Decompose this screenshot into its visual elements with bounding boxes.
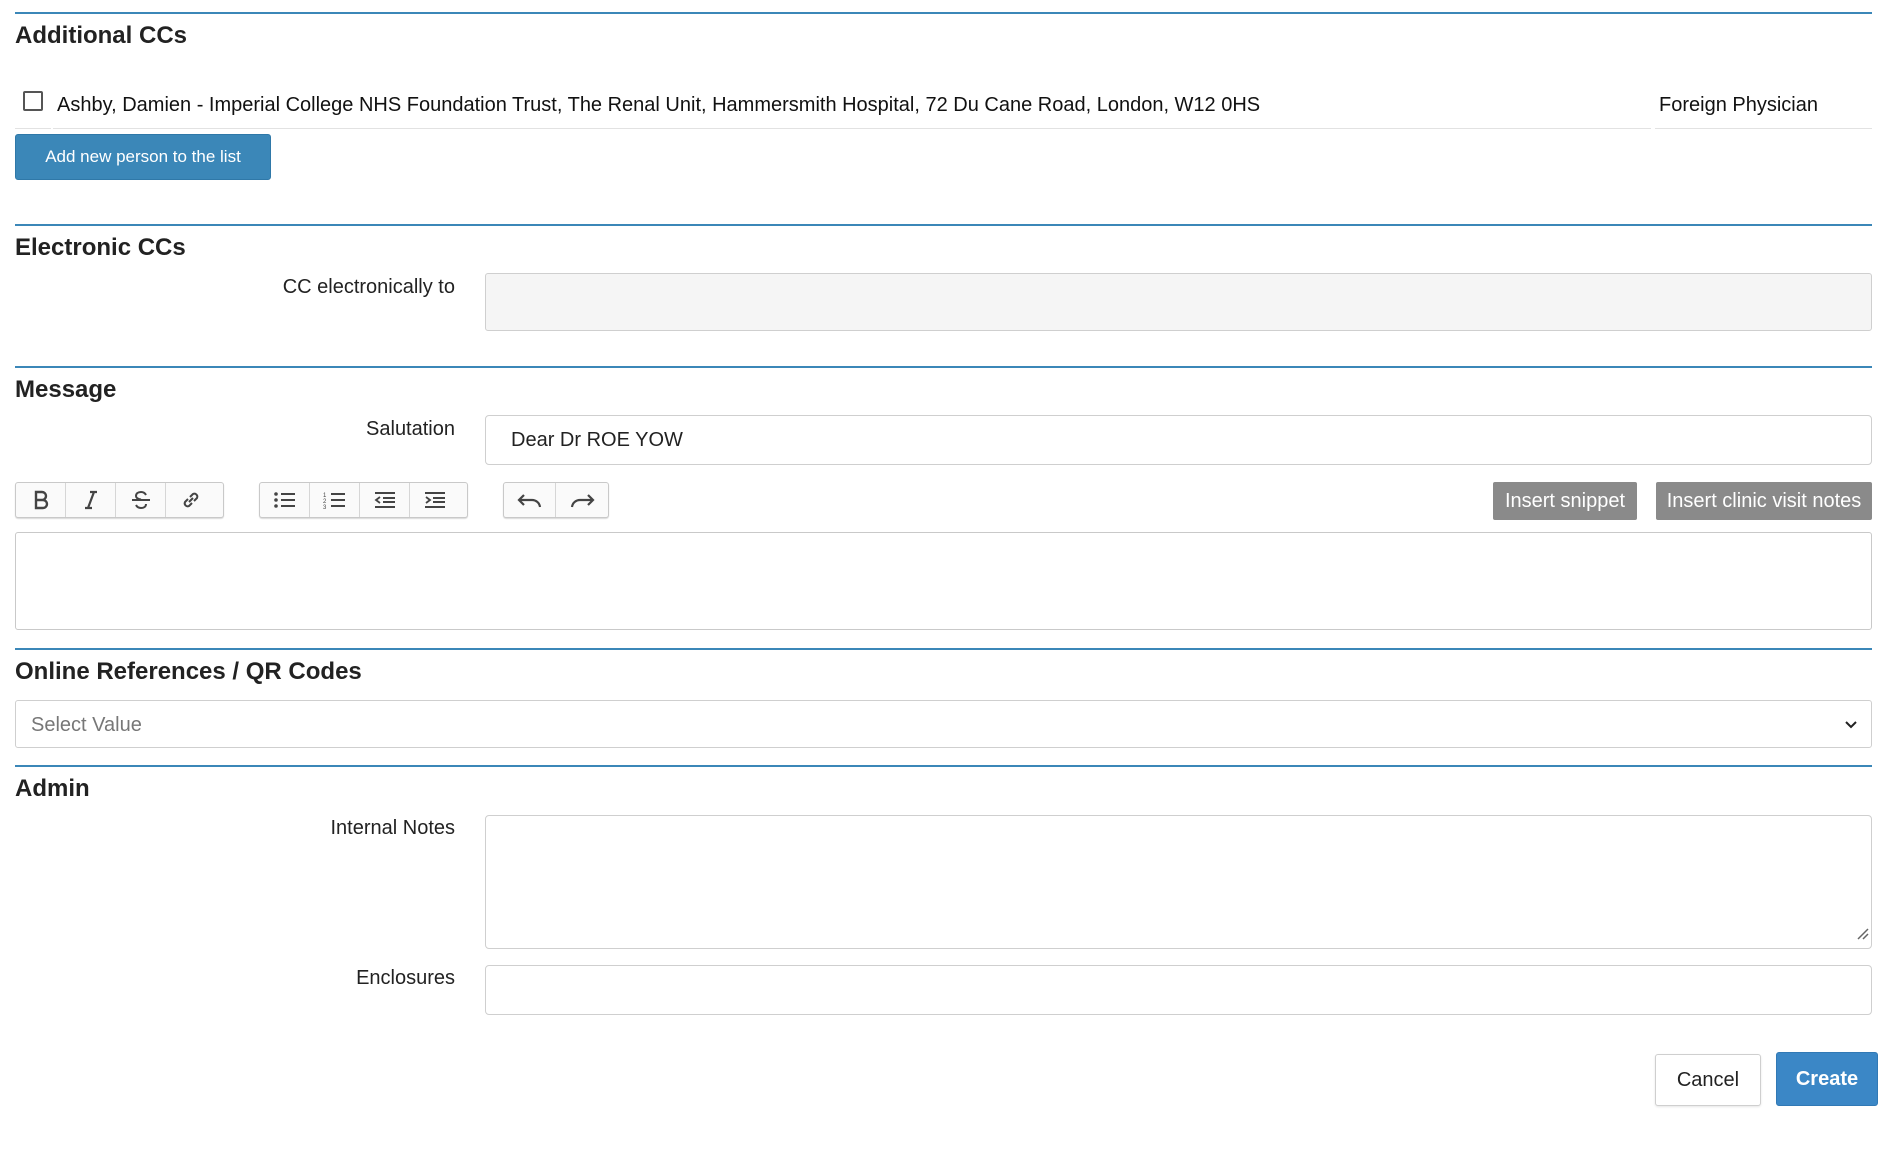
additional-ccs-section: Additional CCs Ashby, Damien - Imperial … [15, 12, 1872, 219]
online-references-select[interactable]: Select Value [15, 700, 1872, 748]
bold-icon[interactable] [16, 483, 66, 517]
resize-grip-icon[interactable] [1855, 923, 1869, 946]
cc-electronically-field[interactable] [485, 273, 1872, 331]
cc-recipient-role: Foreign Physician [1659, 94, 1818, 116]
internal-notes-textarea[interactable] [485, 815, 1872, 949]
format-toolbar-group [15, 482, 224, 518]
online-references-section: Online References / QR Codes Select Valu… [15, 648, 1872, 762]
message-body-editor[interactable] [15, 532, 1872, 630]
list-toolbar-group: 123 [259, 482, 468, 518]
internal-notes-label: Internal Notes [330, 817, 455, 839]
salutation-value: Dear Dr ROE YOW [511, 428, 683, 451]
numbered-list-icon[interactable]: 123 [310, 483, 360, 517]
strikethrough-icon[interactable] [116, 483, 166, 517]
link-icon[interactable] [166, 483, 216, 517]
admin-heading: Admin [15, 775, 90, 802]
salutation-label: Salutation [366, 418, 455, 440]
enclosures-input[interactable] [485, 965, 1872, 1015]
additional-ccs-heading: Additional CCs [15, 22, 187, 49]
cc-electronically-label: CC electronically to [282, 276, 455, 298]
message-section: Message Salutation Dear Dr ROE YOW 1 2 3… [15, 366, 1872, 648]
redo-icon[interactable] [556, 483, 608, 517]
message-heading: Message [15, 376, 117, 403]
undo-icon[interactable] [504, 483, 557, 517]
salutation-input[interactable]: Dear Dr ROE YOW [485, 415, 1872, 465]
electronic-ccs-section: Electronic CCs CC electronically to [15, 224, 1872, 364]
cancel-button[interactable]: Cancel [1655, 1054, 1761, 1106]
italic-icon[interactable] [66, 483, 116, 517]
add-new-person-button[interactable]: Add new person to the list [15, 134, 271, 180]
enclosures-label: Enclosures [356, 967, 455, 989]
cc-role-cell: Foreign Physician [1655, 76, 1872, 129]
select-placeholder: Select Value [31, 714, 142, 736]
indent-icon[interactable] [410, 483, 460, 517]
create-button[interactable]: Create [1776, 1052, 1878, 1106]
cc-row: Ashby, Damien - Imperial College NHS Fou… [15, 76, 1872, 130]
outdent-icon[interactable] [360, 483, 410, 517]
insert-snippet-button[interactable]: Insert snippet [1493, 482, 1637, 520]
admin-section: Admin Internal Notes Enclosures [15, 765, 1872, 1147]
insert-clinic-visit-notes-button[interactable]: Insert clinic visit notes [1656, 482, 1872, 520]
history-toolbar-group [503, 482, 609, 518]
cc-checkbox-cell [15, 76, 51, 129]
bullet-list-icon[interactable] [260, 483, 310, 517]
cc-name-cell: Ashby, Damien - Imperial College NHS Fou… [53, 76, 1651, 129]
online-references-heading: Online References / QR Codes [15, 658, 362, 685]
cc-recipient-name: Ashby, Damien - Imperial College NHS Fou… [57, 94, 1261, 116]
electronic-ccs-heading: Electronic CCs [15, 234, 186, 261]
svg-text:3: 3 [323, 505, 327, 510]
cc-row-checkbox[interactable] [23, 91, 43, 111]
chevron-down-icon [1843, 715, 1859, 738]
